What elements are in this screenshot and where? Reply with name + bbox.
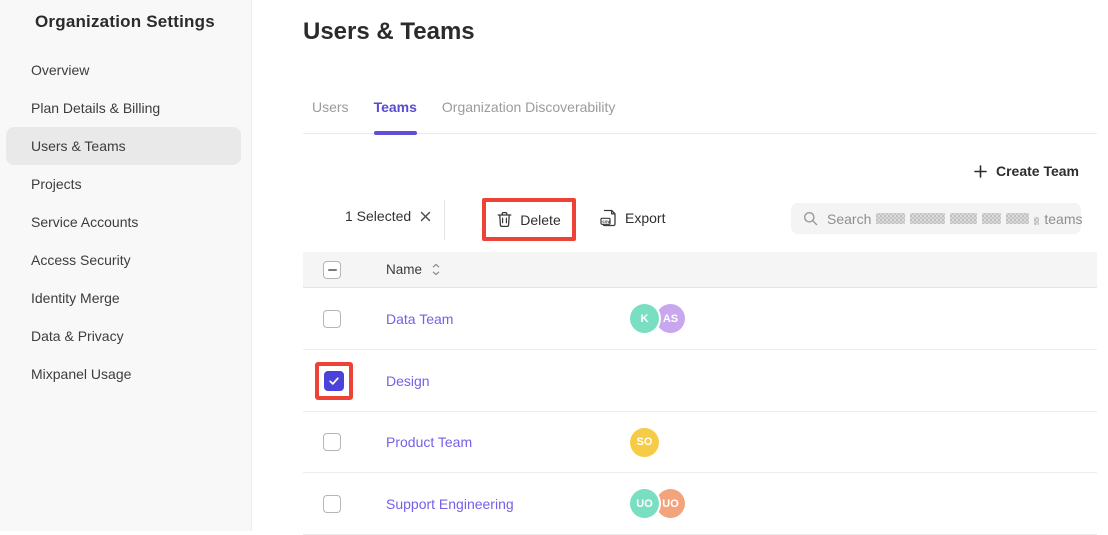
delete-annotation-box: Delete xyxy=(482,198,576,241)
table-row: Product Team SO xyxy=(303,412,1097,473)
checkmark-icon xyxy=(328,375,340,387)
plus-icon xyxy=(974,165,987,178)
sidebar-item-projects[interactable]: Projects xyxy=(6,165,241,203)
main-content: Users & Teams Users Teams Organization D… xyxy=(252,0,1108,531)
page-title: Users & Teams xyxy=(303,18,475,46)
tab-teams[interactable]: Teams xyxy=(374,92,417,133)
delete-button-label: Delete xyxy=(520,212,560,228)
sidebar-item-overview[interactable]: Overview xyxy=(6,51,241,89)
table-row: Support Engineering UO UO xyxy=(303,473,1097,535)
export-button-label: Export xyxy=(625,210,665,226)
teams-table: Name Data Team K AS xyxy=(303,252,1097,535)
avatar: K xyxy=(630,304,659,333)
avatar: UO xyxy=(656,489,685,518)
row-checkbox[interactable] xyxy=(323,433,341,451)
sidebar-nav: Overview Plan Details & Billing Users & … xyxy=(0,51,251,393)
sidebar-item-service-accounts[interactable]: Service Accounts xyxy=(6,203,241,241)
organization-settings-sidebar: Organization Settings Overview Plan Deta… xyxy=(0,0,252,531)
tab-users[interactable]: Users xyxy=(312,92,349,133)
toolbar-divider xyxy=(444,200,445,240)
indeterminate-dash-icon xyxy=(328,269,337,271)
sidebar-item-plan-details-billing[interactable]: Plan Details & Billing xyxy=(6,89,241,127)
avatar: UO xyxy=(630,489,659,518)
search-input[interactable]: Search teams xyxy=(791,203,1081,234)
search-icon xyxy=(803,211,818,226)
sidebar-title: Organization Settings xyxy=(35,11,251,33)
team-member-avatars: K AS xyxy=(630,304,685,333)
redacted-text-block xyxy=(982,213,1001,224)
trash-icon xyxy=(497,211,512,228)
row-checkbox[interactable] xyxy=(324,371,344,391)
team-member-avatars: UO UO xyxy=(630,489,685,518)
team-name-link[interactable]: Product Team xyxy=(386,434,472,450)
redacted-text-block xyxy=(876,213,905,224)
delete-button[interactable]: Delete xyxy=(497,211,560,228)
avatar: SO xyxy=(630,428,659,457)
column-header-name[interactable]: Name xyxy=(386,262,440,277)
checkbox-annotation-box xyxy=(315,362,353,400)
table-row: Data Team K AS xyxy=(303,288,1097,350)
team-member-avatars: SO xyxy=(630,428,659,457)
create-team-label: Create Team xyxy=(996,163,1079,179)
table-header-row: Name xyxy=(303,252,1097,288)
search-placeholder: Search teams xyxy=(827,211,1082,227)
sidebar-item-access-security[interactable]: Access Security xyxy=(6,241,241,279)
selection-count-label: 1 Selected xyxy=(345,208,411,224)
avatar: AS xyxy=(656,304,685,333)
sidebar-item-identity-merge[interactable]: Identity Merge xyxy=(6,279,241,317)
redacted-text-block xyxy=(950,213,977,224)
redacted-text-block xyxy=(1034,217,1039,225)
selection-count: 1 Selected xyxy=(345,208,431,224)
sidebar-item-mixpanel-usage[interactable]: Mixpanel Usage xyxy=(6,355,241,393)
team-name-link[interactable]: Data Team xyxy=(386,311,453,327)
table-row: Design xyxy=(303,350,1097,412)
select-all-checkbox[interactable] xyxy=(323,261,341,279)
tab-bar: Users Teams Organization Discoverability xyxy=(303,92,1097,134)
svg-text:csv: csv xyxy=(602,219,610,224)
redacted-text-block xyxy=(910,213,945,224)
row-checkbox[interactable] xyxy=(323,495,341,513)
sidebar-item-data-privacy[interactable]: Data & Privacy xyxy=(6,317,241,355)
create-team-button[interactable]: Create Team xyxy=(974,163,1079,179)
tab-organization-discoverability[interactable]: Organization Discoverability xyxy=(442,92,616,133)
row-checkbox[interactable] xyxy=(323,310,341,328)
sort-icon xyxy=(432,263,440,276)
team-name-link[interactable]: Design xyxy=(386,373,430,389)
clear-selection-icon[interactable] xyxy=(420,210,431,222)
csv-file-icon: csv xyxy=(600,209,617,227)
sidebar-item-users-teams[interactable]: Users & Teams xyxy=(6,127,241,165)
team-name-link[interactable]: Support Engineering xyxy=(386,496,514,512)
export-button[interactable]: csv Export xyxy=(600,209,665,227)
selection-toolbar: 1 Selected Delete xyxy=(252,195,1108,245)
redacted-text-block xyxy=(1006,213,1029,224)
